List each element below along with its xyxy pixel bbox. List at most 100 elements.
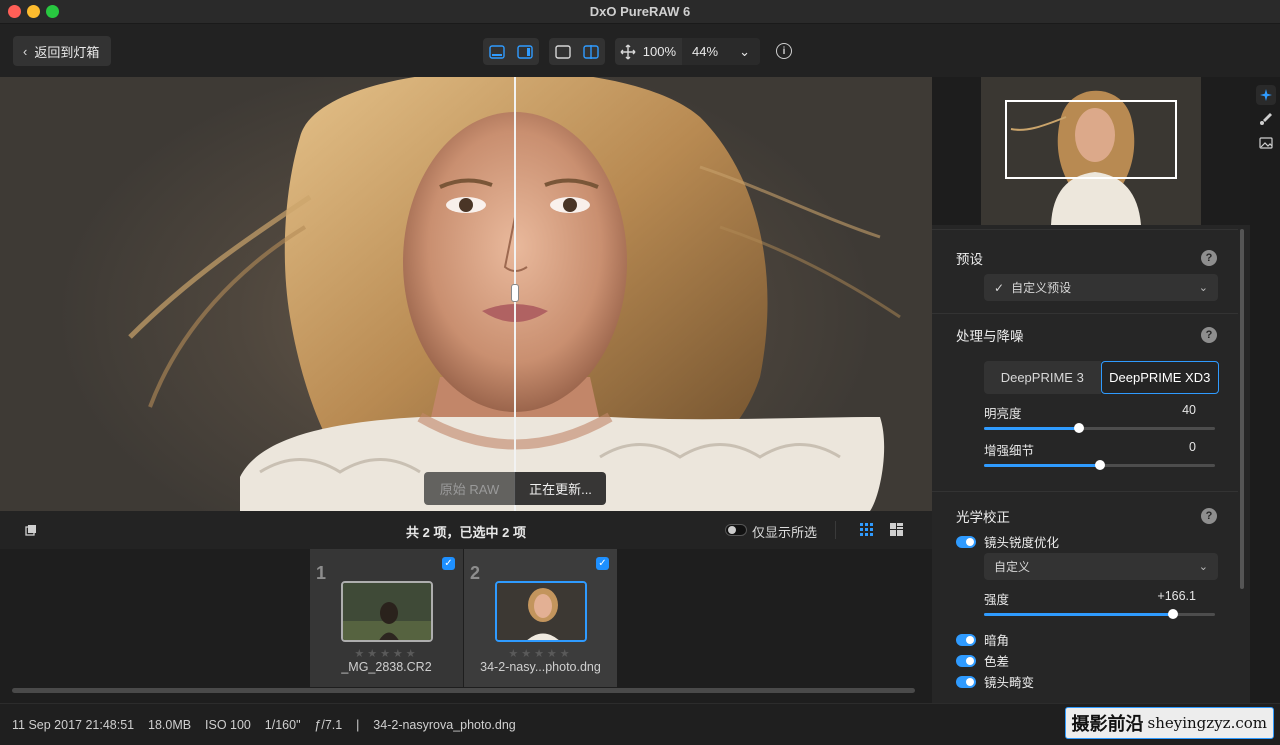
layout-toggle-group bbox=[483, 38, 539, 65]
intensity-label: 强度 bbox=[984, 593, 1010, 607]
shutter-speed: 1/160" bbox=[264, 718, 301, 732]
filmstrip-header: 共 2 项，已选中 2 项 仅显示所选 bbox=[0, 511, 932, 549]
compare-toggle-group bbox=[549, 38, 605, 65]
current-filename: 34-2-nasyrova_photo.dng bbox=[373, 718, 516, 732]
brush-icon[interactable] bbox=[1256, 109, 1276, 129]
window-title: DxO PureRAW 6 bbox=[589, 4, 691, 19]
zoom-level-select[interactable]: 44% ⌄ bbox=[682, 38, 760, 65]
distortion-toggle-row[interactable]: 镜头畸变 bbox=[956, 672, 1034, 691]
distortion-label: 镜头畸变 bbox=[984, 676, 1035, 690]
detail-label: 增强细节 bbox=[984, 444, 1035, 458]
sharpness-preset-select[interactable]: 自定义 ⌄ bbox=[984, 553, 1218, 580]
portrait-photo bbox=[128, 77, 901, 511]
info-icon[interactable]: i bbox=[776, 43, 792, 59]
image-icon[interactable] bbox=[1256, 133, 1276, 153]
help-icon[interactable]: ? bbox=[1201, 327, 1217, 343]
sparkle-icon[interactable] bbox=[1256, 85, 1276, 105]
back-to-lightbox-button[interactable]: ‹ 返回到灯箱 bbox=[13, 36, 112, 66]
divider bbox=[835, 521, 836, 539]
mode-deepprime-xd3[interactable]: DeepPRIME XD3 bbox=[1100, 361, 1219, 394]
detail-slider[interactable] bbox=[984, 460, 1215, 470]
aperture: ƒ/7.1 bbox=[314, 718, 343, 732]
capture-date: 11 Sep 2017 21:48:51 bbox=[12, 718, 135, 732]
status-separator: | bbox=[356, 718, 360, 732]
item-filename: 34-2-nasy...photo.dng bbox=[480, 660, 601, 674]
optics-section: 光学校正 ? 镜头锐度优化 自定义 ⌄ 强度 +166.1 暗角 色差 镜头畸变 bbox=[932, 491, 1238, 703]
zoom-100-button[interactable]: 100% bbox=[643, 44, 676, 59]
grid-view-icon[interactable] bbox=[860, 523, 873, 539]
compare-split-handle[interactable] bbox=[511, 284, 519, 302]
luminance-value: 40 bbox=[1182, 403, 1196, 417]
watermark-url: sheyingzyz.com bbox=[1147, 714, 1267, 732]
split-compare-icon[interactable] bbox=[577, 38, 605, 65]
original-raw-label: 原始 RAW bbox=[424, 472, 515, 505]
sharpness-toggle[interactable] bbox=[956, 535, 976, 548]
help-icon[interactable]: ? bbox=[1201, 250, 1217, 266]
only-selected-label: 仅显示所选 bbox=[752, 525, 818, 540]
checkmark-icon: ✓ bbox=[994, 280, 1005, 295]
slider-fill bbox=[984, 613, 1174, 616]
item-checkbox[interactable]: ✓ bbox=[596, 557, 609, 570]
zoom-group: 100% 44% ⌄ bbox=[615, 38, 760, 65]
only-selected-toggle[interactable] bbox=[725, 524, 747, 536]
image-viewer[interactable]: 原始 RAW 正在更新... bbox=[0, 77, 932, 511]
thumbnail-image bbox=[495, 581, 587, 642]
mode-deepprime-3[interactable]: DeepPRIME 3 bbox=[984, 361, 1101, 394]
file-size: 18.0MB bbox=[148, 718, 192, 732]
navigator bbox=[932, 77, 1250, 225]
slider-fill bbox=[984, 427, 1079, 430]
iso-value: ISO 100 bbox=[205, 718, 251, 732]
chevron-down-icon: ⌄ bbox=[1198, 561, 1208, 573]
filmstrip-item[interactable]: 1 ✓ ★★★★★ _MG_2838.CR2 bbox=[310, 549, 463, 687]
preset-section: 预设 ? ✓ 自定义预设 ⌄ bbox=[932, 229, 1238, 313]
intensity-slider[interactable] bbox=[984, 609, 1215, 619]
item-index: 1 bbox=[316, 563, 327, 583]
star-rating[interactable]: ★★★★★ bbox=[464, 647, 617, 660]
filmstrip-item[interactable]: 2 ✓ ★★★★★ 34-2-nasy...photo.dng bbox=[464, 549, 617, 687]
slider-knob[interactable] bbox=[1094, 460, 1105, 470]
item-filename: _MG_2838.CR2 bbox=[341, 660, 432, 674]
star-rating[interactable]: ★★★★★ bbox=[310, 647, 463, 660]
denoise-mode-switch: DeepPRIME 3 DeepPRIME XD3 bbox=[984, 361, 1219, 394]
toolbar: ‹ 返回到灯箱 100% 44% ⌄ i bbox=[0, 24, 1280, 77]
single-view-icon[interactable] bbox=[483, 38, 511, 65]
processed-status-label: 正在更新... bbox=[515, 472, 606, 505]
vignetting-toggle-row[interactable]: 暗角 bbox=[956, 630, 1009, 649]
chromatic-label: 色差 bbox=[984, 655, 1010, 669]
item-checkbox[interactable]: ✓ bbox=[442, 557, 455, 570]
chevron-down-icon: ⌄ bbox=[739, 43, 750, 59]
watermark-text: 摄影前沿 bbox=[1071, 714, 1144, 735]
slider-knob[interactable] bbox=[1073, 423, 1084, 433]
preset-select[interactable]: ✓ 自定义预设 ⌄ bbox=[984, 274, 1218, 301]
slider-knob[interactable] bbox=[1168, 609, 1179, 619]
title-bar: DxO PureRAW 6 bbox=[0, 0, 1280, 24]
single-image-icon[interactable] bbox=[549, 38, 577, 65]
vignetting-label: 暗角 bbox=[984, 634, 1010, 648]
zoom-level-value: 44% bbox=[692, 44, 719, 59]
chevron-left-icon: ‹ bbox=[23, 43, 28, 59]
distortion-toggle[interactable] bbox=[956, 675, 976, 688]
luminance-label: 明亮度 bbox=[984, 407, 1022, 421]
detail-value: 0 bbox=[1189, 440, 1196, 454]
optics-title: 光学校正 bbox=[956, 510, 1010, 525]
help-icon[interactable]: ? bbox=[1201, 508, 1217, 524]
intensity-value: +166.1 bbox=[1157, 589, 1196, 603]
vignetting-toggle[interactable] bbox=[956, 633, 976, 646]
navigator-viewport-frame[interactable] bbox=[1005, 100, 1177, 179]
thumbnail-image bbox=[341, 581, 433, 642]
chromatic-aberration-toggle[interactable] bbox=[956, 654, 976, 667]
large-thumbnail-view-icon[interactable] bbox=[890, 523, 903, 539]
settings-panel: 预设 ? ✓ 自定义预设 ⌄ 处理与降噪 ? DeepPRIME 3 DeepPR… bbox=[932, 77, 1250, 703]
move-icon[interactable] bbox=[615, 38, 641, 65]
sharpness-label: 镜头锐度优化 bbox=[984, 536, 1060, 550]
chromatic-toggle-row[interactable]: 色差 bbox=[956, 651, 1009, 670]
luminance-slider[interactable] bbox=[984, 423, 1215, 433]
sharpness-preset-value: 自定义 bbox=[994, 560, 1031, 574]
denoise-section: 处理与降噪 ? DeepPRIME 3 DeepPRIME XD3 明亮度 40… bbox=[932, 313, 1238, 491]
panel-scrollbar[interactable] bbox=[1240, 229, 1244, 589]
exif-info: 11 Sep 2017 21:48:51 18.0MB ISO 100 1/16… bbox=[12, 718, 516, 732]
sharpness-toggle-row[interactable]: 镜头锐度优化 bbox=[956, 532, 1059, 551]
side-panel-icon[interactable] bbox=[511, 38, 539, 65]
preset-value: 自定义预设 bbox=[1011, 281, 1072, 295]
filmstrip-scrollbar[interactable] bbox=[12, 688, 915, 693]
